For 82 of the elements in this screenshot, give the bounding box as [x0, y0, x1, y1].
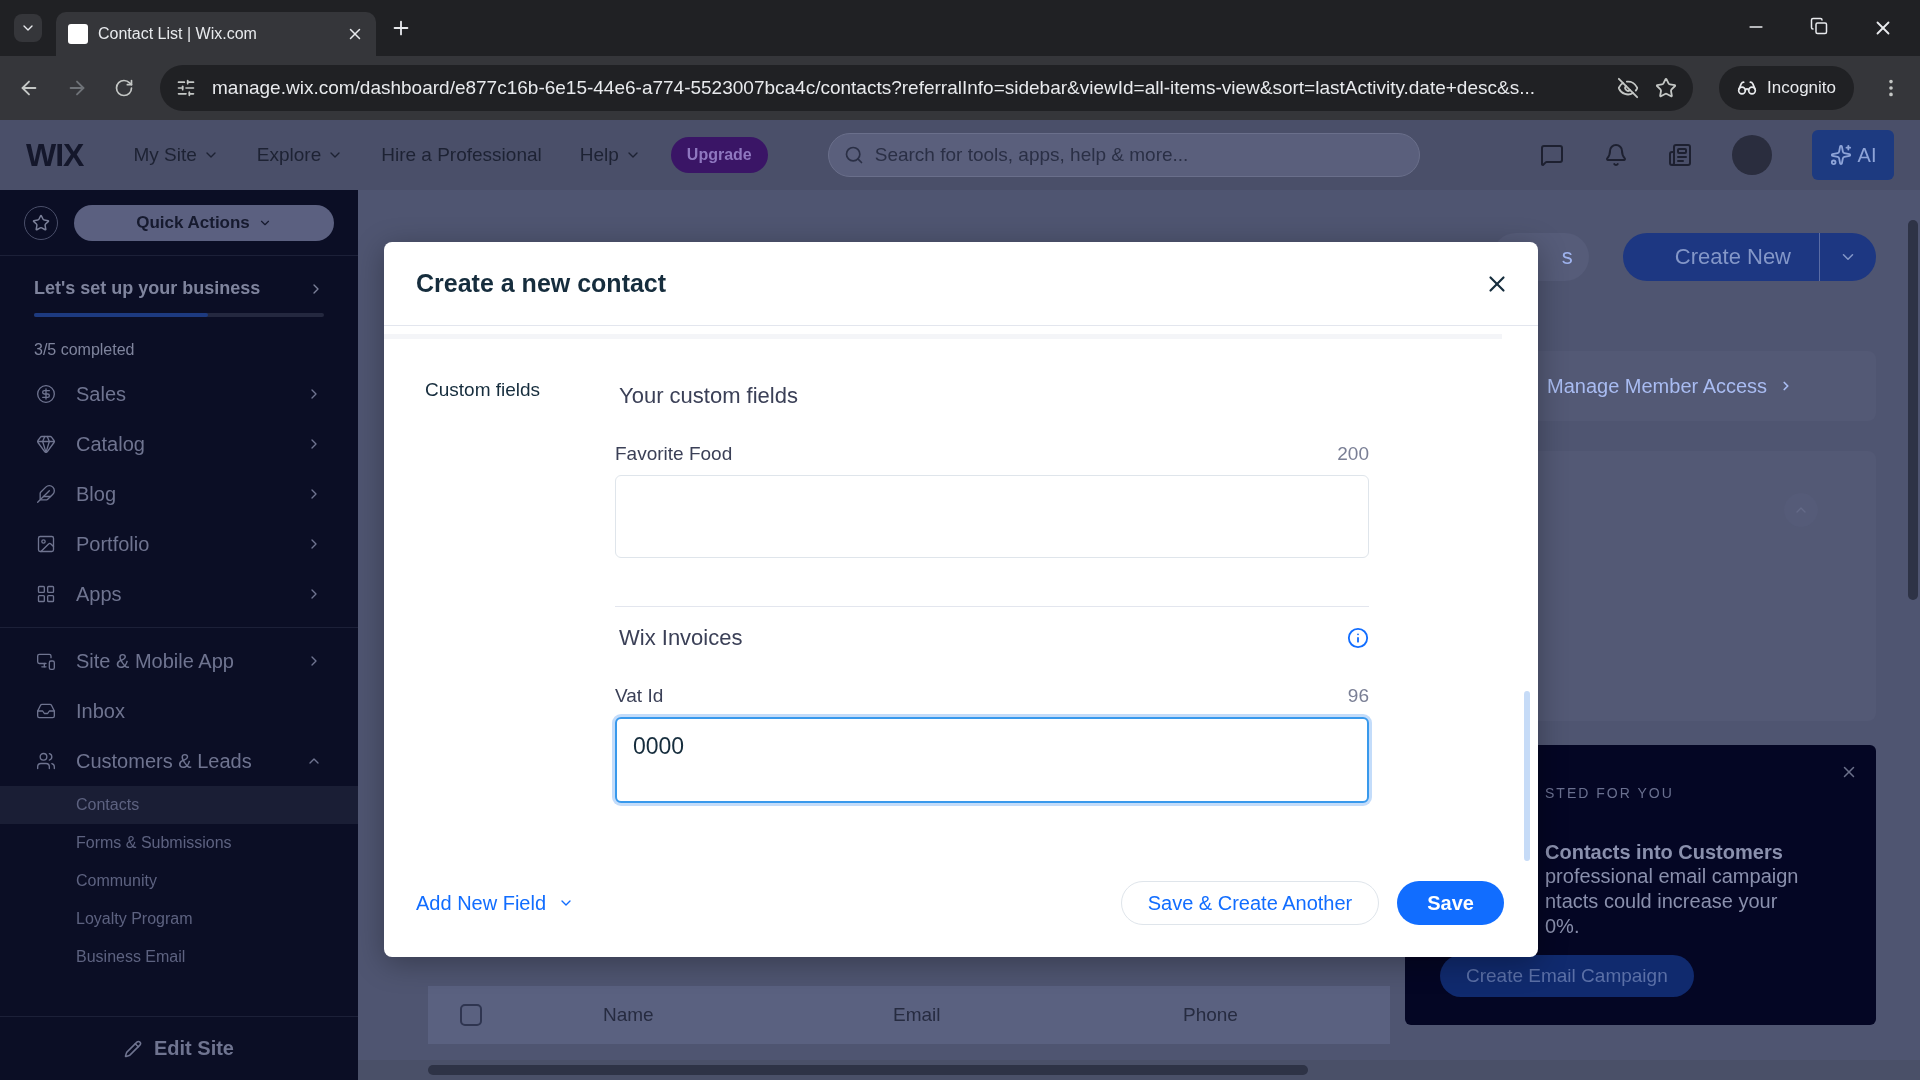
- eye-off-icon[interactable]: [1617, 77, 1639, 99]
- sidebar-item[interactable]: Blog: [0, 469, 358, 519]
- inbox-icon: [36, 701, 56, 721]
- sidebar-subitem[interactable]: Loyalty Program: [0, 900, 358, 938]
- dialog-scrollbar[interactable]: [1524, 691, 1530, 861]
- ai-button[interactable]: AI: [1812, 130, 1894, 180]
- upgrade-button[interactable]: Upgrade: [670, 137, 768, 173]
- site-settings-icon[interactable]: [176, 78, 196, 98]
- setup-title[interactable]: Let's set up your business: [34, 278, 261, 299]
- scrollbar-thumb[interactable]: [428, 1065, 1308, 1075]
- sparkle-icon: [1829, 144, 1852, 166]
- sidebar-item[interactable]: Customers & Leads: [0, 736, 358, 786]
- sidebar-item-label: Site & Mobile App: [76, 649, 235, 673]
- input-field[interactable]: [615, 475, 1369, 558]
- sidebar-item[interactable]: Apps: [0, 569, 358, 619]
- promo-text: 0%.: [1545, 914, 1581, 939]
- column-header: Phone: [1183, 1004, 1239, 1026]
- info-icon[interactable]: [1347, 627, 1369, 649]
- sidebar-item[interactable]: Inbox: [0, 686, 358, 736]
- column-header: Email: [893, 1004, 942, 1026]
- sidebar-item[interactable]: Catalog: [0, 419, 358, 469]
- incognito-icon: [1737, 78, 1757, 98]
- incognito-label: Incognito: [1767, 78, 1836, 98]
- sidebar-item-label: Apps: [76, 582, 123, 606]
- sidebar-item-label: Inbox: [76, 699, 126, 723]
- promo-title: Contacts into Customers: [1545, 841, 1784, 864]
- quick-actions-button[interactable]: Quick Actions: [74, 205, 334, 241]
- sidebar-item-label: Customers & Leads: [76, 749, 253, 773]
- sidebar-item-label: Blog: [76, 482, 118, 506]
- sidebar-item-label: Catalog: [76, 432, 146, 456]
- dollar-icon: [36, 384, 56, 404]
- tab-list-button[interactable]: [14, 14, 42, 42]
- create-new-button[interactable]: Create New: [1622, 233, 1876, 281]
- vertical-scrollbar[interactable]: [1908, 220, 1918, 600]
- promo-text: ntacts could increase your: [1545, 889, 1779, 914]
- gem-icon: [36, 434, 56, 454]
- group-heading: Your custom fields: [619, 383, 798, 409]
- devices-icon: [36, 651, 56, 671]
- progress-text: 3/5 completed: [34, 341, 136, 359]
- promo-eyebrow: STED FOR YOU: [1545, 785, 1675, 801]
- logo[interactable]: WIX: [26, 136, 84, 174]
- people-icon: [36, 751, 56, 771]
- save-and-create-another-button[interactable]: Save & Create Another: [1120, 881, 1380, 925]
- favicon-icon: [68, 24, 88, 44]
- browser-tab[interactable]: Contact List | Wix.com: [56, 12, 376, 56]
- sidebar-subitem[interactable]: Contacts: [0, 786, 358, 824]
- sidebar-item-label: Portfolio: [76, 532, 151, 556]
- sidebar-item-label: Sales: [76, 382, 128, 406]
- sidebar-item[interactable]: Sales: [0, 369, 358, 419]
- create-email-campaign-button[interactable]: Create Email Campaign: [1440, 955, 1694, 997]
- restore-icon[interactable]: [1810, 17, 1828, 35]
- select-all-checkbox[interactable]: [460, 1004, 482, 1026]
- pencil-icon: [124, 1039, 142, 1058]
- sidebar-subitem[interactable]: Forms & Submissions: [0, 824, 358, 862]
- address-bar[interactable]: manage.wix.com/dashboard/e877c16b-6e15-44e6-a774-5523007bca4c/contacts?referralInfo=sidebar&viewId=all-items-view&sort=lastActivity.date+desc&s...: [160, 65, 1693, 111]
- star-icon: [32, 214, 50, 232]
- field-label: Vat Id: [615, 685, 664, 707]
- sidebar-subitem[interactable]: Business Email: [0, 938, 358, 976]
- save-button[interactable]: Save: [1397, 881, 1504, 925]
- feather-icon: [36, 484, 56, 504]
- field-label: Favorite Food: [615, 443, 733, 465]
- sidebar-item[interactable]: Site & Mobile App: [0, 636, 358, 686]
- tab-title: Contact List | Wix.com: [98, 25, 258, 43]
- bookmark-star-icon[interactable]: [1655, 77, 1677, 99]
- manage-member-access-link[interactable]: Manage Member Access: [1547, 374, 1794, 398]
- image-icon: [36, 534, 56, 554]
- add-new-field-button[interactable]: Add New Field: [416, 891, 575, 915]
- section-label: Custom fields: [425, 379, 542, 402]
- column-header: Name: [603, 1004, 655, 1026]
- url-text: manage.wix.com/dashboard/e877c16b-6e15-44e6-a774-5523007bca4c/contacts?referralInfo=sidebar&viewId=all-items-view&sort=lastActivity.date+desc&s...: [212, 77, 1536, 99]
- reload-icon[interactable]: [114, 78, 134, 98]
- sidebar-subitem[interactable]: Community: [0, 862, 358, 900]
- group-heading: Wix Invoices: [619, 625, 743, 651]
- promo-text: professional email campaign: [1545, 864, 1800, 889]
- input-field[interactable]: 0000: [615, 717, 1369, 803]
- dialog-title: Create a new contact: [416, 269, 667, 298]
- sidebar-item[interactable]: Portfolio: [0, 519, 358, 569]
- character-limit: 96: [1347, 685, 1369, 707]
- grid-icon: [36, 584, 56, 604]
- incognito-badge[interactable]: Incognito: [1719, 66, 1854, 110]
- search-icon: [843, 145, 864, 165]
- character-limit: 200: [1337, 443, 1369, 465]
